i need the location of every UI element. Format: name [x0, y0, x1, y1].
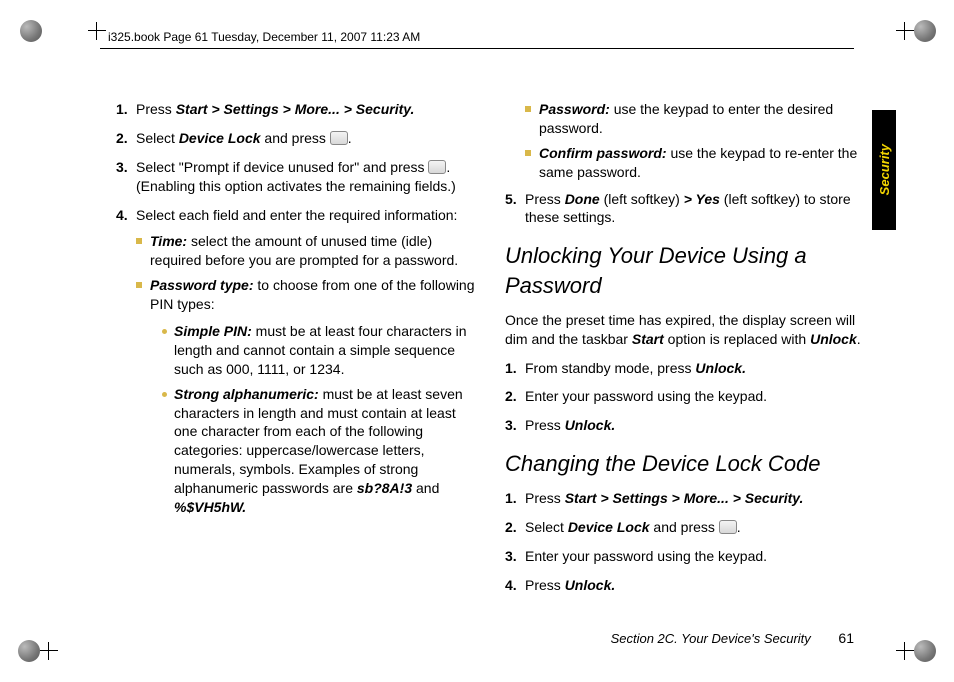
page-number: 61 — [838, 630, 854, 646]
step-number: 2. — [116, 129, 136, 148]
step-number: 4. — [116, 206, 136, 523]
section-heading: Unlocking Your Device Using a Password — [505, 241, 864, 300]
crop-mark-icon — [896, 642, 914, 660]
step-text: Enter your password using the keypad. — [525, 547, 864, 566]
step-text: Select each field and enter the required… — [136, 206, 475, 523]
step-number: 5. — [505, 190, 525, 228]
section-tab: Security — [872, 110, 896, 230]
step-text: Press Unlock. — [525, 416, 864, 435]
list-item: Strong alphanumeric: must be at least se… — [160, 385, 475, 517]
list-item: Password: use the keypad to enter the de… — [525, 100, 864, 138]
header-rule — [100, 48, 854, 49]
step-text: Enter your password using the keypad. — [525, 387, 864, 406]
key-icon — [719, 520, 737, 534]
step-number: 1. — [116, 100, 136, 119]
corner-dot-icon — [18, 640, 40, 662]
step-text: Press Start > Settings > More... > Secur… — [525, 489, 864, 508]
step-number: 3. — [505, 416, 525, 435]
step-text: Select "Prompt if device unused for" and… — [136, 158, 475, 196]
step-number: 2. — [505, 518, 525, 537]
step-text: Press Start > Settings > More... > Secur… — [136, 100, 475, 119]
step-number: 1. — [505, 489, 525, 508]
corner-dot-icon — [20, 20, 42, 42]
page-header: i325.book Page 61 Tuesday, December 11, … — [108, 30, 420, 44]
corner-dot-icon — [914, 20, 936, 42]
list-item: Simple PIN: must be at least four charac… — [160, 322, 475, 379]
right-column: Password: use the keypad to enter the de… — [505, 100, 894, 602]
section-heading: Changing the Device Lock Code — [505, 449, 864, 479]
step-text: Select Device Lock and press . — [525, 518, 864, 537]
step-number: 2. — [505, 387, 525, 406]
step-text: Press Unlock. — [525, 576, 864, 595]
step-number: 3. — [116, 158, 136, 196]
list-item: Time: select the amount of unused time (… — [136, 232, 475, 270]
section-tab-label: Security — [877, 144, 892, 195]
corner-dot-icon — [914, 640, 936, 662]
page-body: Security 1. Press Start > Settings > Mor… — [116, 100, 894, 602]
crop-mark-icon — [896, 22, 914, 40]
step-number: 4. — [505, 576, 525, 595]
step-number: 3. — [505, 547, 525, 566]
page-footer: Section 2C. Your Device's Security 61 — [611, 630, 854, 646]
key-icon — [330, 131, 348, 145]
step-text: Select Device Lock and press . — [136, 129, 475, 148]
step-text: Press Done (left softkey) > Yes (left so… — [525, 190, 864, 228]
list-item: Confirm password: use the keypad to re-e… — [525, 144, 864, 182]
paragraph: Once the preset time has expired, the di… — [505, 311, 864, 349]
key-icon — [428, 160, 446, 174]
crop-mark-icon — [40, 642, 58, 660]
crop-mark-icon — [88, 22, 106, 40]
step-number: 1. — [505, 359, 525, 378]
step-text: From standby mode, press Unlock. — [525, 359, 864, 378]
list-item: Password type: to choose from one of the… — [136, 276, 475, 517]
footer-section: Section 2C. Your Device's Security — [611, 631, 811, 646]
left-column: 1. Press Start > Settings > More... > Se… — [116, 100, 475, 602]
